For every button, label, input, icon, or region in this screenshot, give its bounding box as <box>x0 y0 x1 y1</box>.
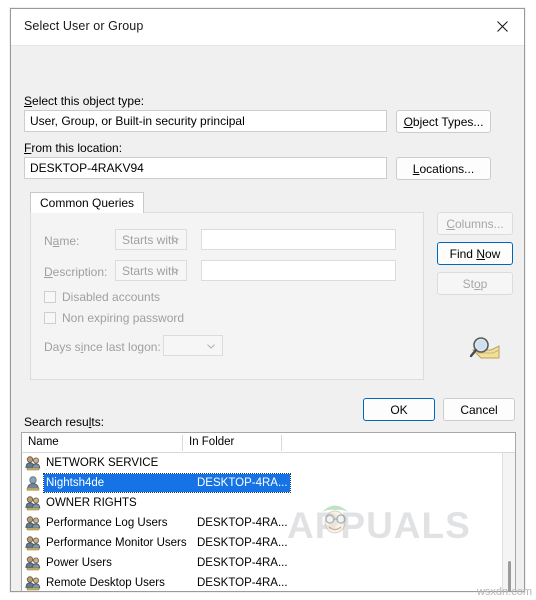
table-row[interactable]: OWNER RIGHTS <box>22 493 515 513</box>
columns-button[interactable]: Columns... <box>437 212 513 235</box>
result-rows: NETWORK SERVICE Nightsh4de DESKTOP-4RA... O… <box>22 453 515 591</box>
close-icon[interactable] <box>480 9 524 44</box>
location-label: From this location: <box>24 141 123 155</box>
chevron-down-icon <box>171 268 179 274</box>
non-expiring-password-label: Non expiring password <box>62 311 185 325</box>
title-bar: Select User or Group <box>11 9 524 46</box>
dialog-body: Select this object type: User, Group, or… <box>11 46 524 591</box>
checkbox-box <box>44 291 56 303</box>
list-header: Name In Folder <box>22 433 515 453</box>
cell-name: Performance Monitor Users <box>46 537 187 549</box>
table-row[interactable]: NETWORK SERVICE <box>22 453 515 473</box>
days-since-last-logon-label: Days since last logon: <box>44 340 161 354</box>
locations-button[interactable]: Locations... <box>396 157 491 180</box>
chevron-down-icon <box>207 343 215 349</box>
search-results-listbox[interactable]: Name In Folder NETWORK SERVICE Nightsh4de… <box>21 432 516 591</box>
cell-name: Remote Desktop Users <box>46 577 165 589</box>
description-value-input[interactable] <box>201 260 396 281</box>
cancel-button[interactable]: Cancel <box>443 398 515 421</box>
description-condition-value: Starts with <box>122 263 179 278</box>
table-row[interactable]: Performance Log Users DESKTOP-4RA... <box>22 513 515 533</box>
cell-in-folder: DESKTOP-4RA... <box>197 557 288 569</box>
common-queries-panel: Name: Starts with Description: Starts wi… <box>30 212 424 380</box>
window-title: Select User or Group <box>24 19 144 33</box>
find-now-button[interactable]: Find Now <box>437 242 513 265</box>
scrollbar-thumb[interactable] <box>508 561 511 591</box>
group-icon <box>25 515 42 531</box>
non-expiring-password-checkbox[interactable]: Non expiring password <box>44 311 184 325</box>
cell-in-folder: DESKTOP-4RA... <box>197 517 288 529</box>
magnifier-folder-icon <box>463 334 507 366</box>
location-input[interactable]: DESKTOP-4RAKV94 <box>24 157 387 179</box>
object-type-label-rest: elect this object type: <box>32 94 145 108</box>
disabled-accounts-checkbox[interactable]: Disabled accounts <box>44 290 160 304</box>
cell-name: Nightsh4de <box>46 477 105 489</box>
group-icon <box>25 455 42 471</box>
location-value: DESKTOP-4RAKV94 <box>30 161 144 175</box>
cell-name: NETWORK SERVICE <box>46 457 159 469</box>
column-header-in-folder[interactable]: In Folder <box>189 436 234 448</box>
tab-common-queries-label: Common Queries <box>40 196 135 210</box>
table-row[interactable]: Nightsh4de DESKTOP-4RA... <box>22 473 515 493</box>
group-icon <box>25 535 42 551</box>
days-since-last-logon-select[interactable] <box>163 335 223 356</box>
chevron-down-icon <box>171 237 179 243</box>
group-icon <box>25 495 42 511</box>
stop-button[interactable]: Stop <box>437 272 513 295</box>
object-type-input[interactable]: User, Group, or Built-in security princi… <box>24 110 387 132</box>
search-results-label: Search results: <box>24 415 105 429</box>
description-label: Description: <box>44 265 108 279</box>
list-scrollbar[interactable] <box>502 453 515 591</box>
column-header-name[interactable]: Name <box>28 436 59 448</box>
select-user-or-group-dialog: Select User or Group Select this object … <box>10 8 525 592</box>
cancel-button-label: Cancel <box>460 402 498 417</box>
name-value-input[interactable] <box>201 229 396 250</box>
name-label: Name: <box>44 234 80 248</box>
name-condition-select[interactable]: Starts with <box>115 229 187 250</box>
ok-button-label: OK <box>390 402 408 417</box>
table-row[interactable]: Remote Desktop Users DESKTOP-4RA... <box>22 573 515 591</box>
cell-name: OWNER RIGHTS <box>46 497 137 509</box>
user-icon <box>25 475 42 491</box>
group-icon <box>25 575 42 591</box>
tab-common-queries[interactable]: Common Queries <box>30 192 145 213</box>
name-condition-value: Starts with <box>122 232 179 247</box>
column-divider[interactable] <box>281 435 282 451</box>
column-divider[interactable] <box>182 435 183 451</box>
checkbox-box <box>44 312 56 324</box>
object-types-button[interactable]: Object Types... <box>396 110 491 133</box>
cell-name: Performance Log Users <box>46 517 168 529</box>
cell-name: Power Users <box>46 557 112 569</box>
ok-button[interactable]: OK <box>363 398 435 421</box>
cell-in-folder: DESKTOP-4RA... <box>197 577 288 589</box>
cell-in-folder: DESKTOP-4RA... <box>197 477 288 489</box>
description-condition-select[interactable]: Starts with <box>115 260 187 281</box>
table-row[interactable]: Power Users DESKTOP-4RA... <box>22 553 515 573</box>
screenshot-root: Select User or Group Select this object … <box>0 0 536 600</box>
cell-in-folder: DESKTOP-4RA... <box>197 537 288 549</box>
disabled-accounts-label: Disabled accounts <box>62 290 161 304</box>
group-icon <box>25 555 42 571</box>
object-type-value: User, Group, or Built-in security princi… <box>30 114 245 128</box>
object-type-label: Select this object type: <box>24 94 145 108</box>
table-row[interactable]: Performance Monitor Users DESKTOP-4RA... <box>22 533 515 553</box>
